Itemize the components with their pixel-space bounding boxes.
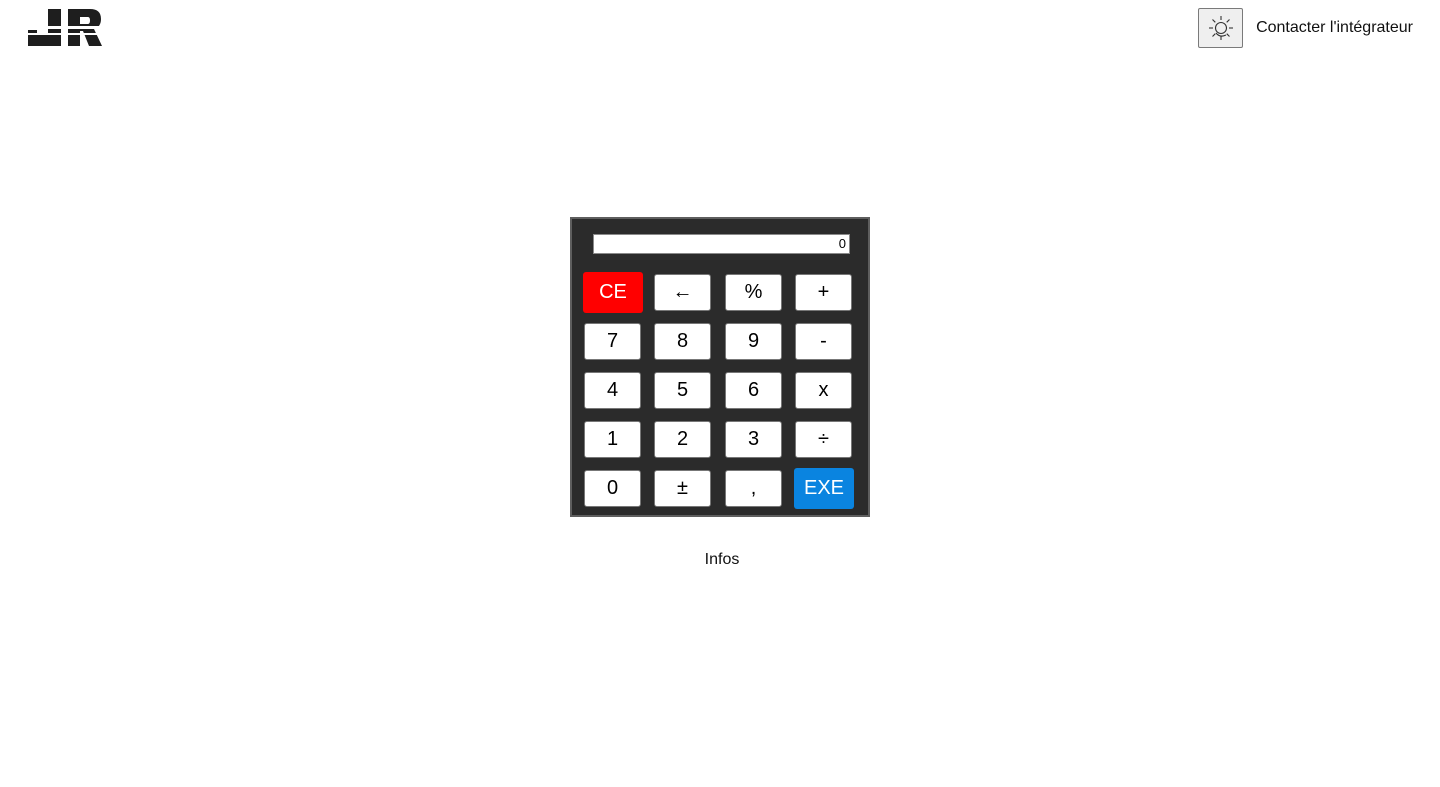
execute-button[interactable]: EXE (794, 468, 854, 509)
digit-1-button[interactable]: 1 (584, 421, 641, 458)
contact-integrator-link[interactable]: Contacter l'intégrateur (1256, 8, 1413, 48)
digit-2-button[interactable]: 2 (654, 421, 711, 458)
theme-toggle-button[interactable] (1198, 8, 1244, 48)
jr-logo (28, 9, 102, 46)
digit-8-button[interactable]: 8 (654, 323, 711, 360)
digit-4-button[interactable]: 4 (584, 372, 641, 409)
calculator: 0 CE ← % + 7 8 9 - 4 5 6 x 1 2 3 ÷ 0 ± ,… (570, 217, 870, 517)
plus-minus-button[interactable]: ± (654, 470, 711, 507)
backspace-button[interactable]: ← (654, 274, 711, 311)
percent-button[interactable]: % (725, 274, 782, 311)
divide-button[interactable]: ÷ (795, 421, 852, 458)
infos-label: Infos (704, 551, 740, 568)
add-button[interactable]: + (795, 274, 852, 311)
header-actions: Contacter l'intégrateur (1198, 8, 1413, 48)
multiply-button[interactable]: x (795, 372, 852, 409)
digit-5-button[interactable]: 5 (654, 372, 711, 409)
clear-entry-button[interactable]: CE (583, 272, 643, 313)
digit-7-button[interactable]: 7 (584, 323, 641, 360)
subtract-button[interactable]: - (795, 323, 852, 360)
sun-moon-icon (1208, 16, 1233, 40)
decimal-comma-button[interactable]: , (725, 470, 782, 507)
digit-0-button[interactable]: 0 (584, 470, 641, 507)
digit-9-button[interactable]: 9 (725, 323, 782, 360)
infos-link[interactable]: Infos (0, 551, 1440, 569)
calculator-display: 0 (593, 234, 850, 254)
digit-3-button[interactable]: 3 (725, 421, 782, 458)
digit-6-button[interactable]: 6 (725, 372, 782, 409)
